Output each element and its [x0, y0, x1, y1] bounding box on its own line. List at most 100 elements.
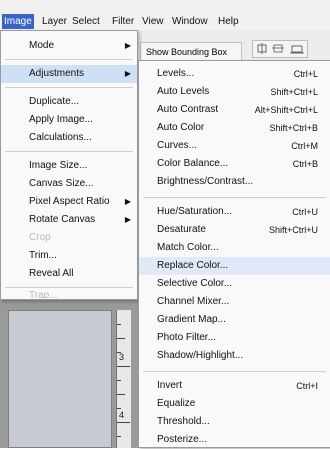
submenu-arrow-icon: ▶	[124, 215, 131, 224]
menu-filter[interactable]: Filter	[112, 14, 134, 29]
menu-item-label: Adjustments	[29, 68, 85, 79]
menu-item-label: Shadow/Highlight...	[157, 350, 244, 361]
menu-item-label: Pixel Aspect Ratio	[29, 196, 110, 207]
shortcut-label: Ctrl+I	[296, 381, 318, 391]
menu-window[interactable]: Window	[172, 14, 208, 29]
menu-item-label: Trim...	[29, 250, 57, 261]
menu-item-levels[interactable]: Levels... Ctrl+L	[139, 65, 330, 83]
menu-item-hue-saturation[interactable]: Hue/Saturation... Ctrl+U	[139, 203, 330, 221]
menu-item-threshold[interactable]: Threshold...	[139, 413, 330, 431]
show-bounding-box-checkbox[interactable]: Show Bounding Box	[140, 42, 242, 62]
shortcut-label: Alt+Shift+Ctrl+L	[254, 105, 318, 115]
menu-help[interactable]: Help	[218, 14, 239, 29]
menu-item-auto-contrast[interactable]: Auto Contrast Alt+Shift+Ctrl+L	[139, 101, 330, 119]
menu-item-trap: Trap...	[1, 291, 137, 301]
menu-item-replace-color[interactable]: Replace Color...	[139, 257, 330, 275]
menu-item-label: Equalize	[157, 398, 196, 409]
shortcut-label: Shift+Ctrl+L	[270, 87, 318, 97]
menu-separator	[5, 151, 133, 152]
menu-item-curves[interactable]: Curves... Ctrl+M	[139, 137, 330, 155]
menu-item-gradient-map[interactable]: Gradient Map...	[139, 311, 330, 329]
menu-item-label: Posterize...	[157, 434, 208, 445]
menu-item-calculations[interactable]: Calculations...	[1, 129, 137, 147]
ruler-tick	[117, 394, 125, 395]
menu-item-posterize[interactable]: Posterize...	[139, 431, 330, 449]
menu-item-label: Curves...	[157, 140, 198, 151]
menu-item-pixel-aspect-ratio[interactable]: Pixel Aspect Ratio ▶	[1, 193, 137, 211]
menu-separator	[5, 59, 133, 60]
menu-item-auto-color[interactable]: Auto Color Shift+Ctrl+B	[139, 119, 330, 137]
menu-select[interactable]: Select	[72, 14, 100, 29]
ruler-number: 3	[119, 352, 125, 362]
menu-view[interactable]: View	[142, 14, 164, 29]
menu-item-label: Photo Filter...	[157, 332, 216, 343]
ruler-tick	[117, 338, 125, 339]
shortcut-label: Shift+Ctrl+U	[268, 225, 318, 235]
menu-item-match-color[interactable]: Match Color...	[139, 239, 330, 257]
menu-item-label: Auto Contrast	[157, 104, 219, 115]
menu-image[interactable]: Image	[2, 14, 34, 29]
menu-item-label: Channel Mixer...	[157, 296, 230, 307]
menu-separator	[5, 87, 133, 88]
menu-layer[interactable]: Layer	[42, 14, 67, 29]
menu-item-desaturate[interactable]: Desaturate Shift+Ctrl+U	[139, 221, 330, 239]
menu-item-label: Gradient Map...	[157, 314, 226, 325]
menu-item-label: Threshold...	[157, 416, 210, 427]
menu-item-label: Match Color...	[157, 242, 219, 253]
menu-item-trim[interactable]: Trim...	[1, 247, 137, 265]
menu-bar: Image Layer Select Filter View Window He…	[0, 0, 330, 31]
menu-item-duplicate[interactable]: Duplicate...	[1, 93, 137, 111]
menu-item-photo-filter[interactable]: Photo Filter...	[139, 329, 330, 347]
menu-item-image-size[interactable]: Image Size...	[1, 157, 137, 175]
menu-item-label: Invert	[157, 380, 183, 391]
vertical-ruler: 3 4	[116, 310, 131, 448]
menu-item-label: Mode	[29, 40, 55, 51]
menu-item-label: Rotate Canvas	[29, 214, 96, 225]
menu-item-shadow-highlight[interactable]: Shadow/Highlight...	[139, 347, 330, 365]
menu-item-label: Crop	[29, 232, 51, 243]
menu-item-label: Image Size...	[29, 160, 88, 171]
ruler-tick	[117, 422, 130, 423]
document-canvas[interactable]	[8, 310, 112, 448]
menu-item-label: Replace Color...	[157, 260, 229, 271]
menu-item-rotate-canvas[interactable]: Rotate Canvas ▶	[1, 211, 137, 229]
ruler-number: 4	[119, 410, 125, 420]
menu-item-invert[interactable]: Invert Ctrl+I	[139, 377, 330, 395]
shortcut-label: Ctrl+M	[291, 141, 318, 151]
menu-item-label: Duplicate...	[29, 96, 80, 107]
shortcut-label: Ctrl+L	[293, 69, 318, 79]
menu-item-label: Auto Color	[157, 122, 205, 133]
menu-item-adjustments[interactable]: Adjustments ▶	[1, 65, 137, 83]
menu-item-color-balance[interactable]: Color Balance... Ctrl+B	[139, 155, 330, 173]
menu-item-canvas-size[interactable]: Canvas Size...	[1, 175, 137, 193]
submenu-arrow-icon: ▶	[124, 69, 131, 78]
menu-item-auto-levels[interactable]: Auto Levels Shift+Ctrl+L	[139, 83, 330, 101]
adjustments-submenu: Levels... Ctrl+L Auto Levels Shift+Ctrl+…	[138, 60, 330, 448]
menu-item-label: Reveal All	[29, 268, 74, 279]
align-buttons[interactable]	[252, 40, 308, 58]
menu-item-channel-mixer[interactable]: Channel Mixer...	[139, 293, 330, 311]
menu-item-label: Apply Image...	[29, 114, 93, 125]
ruler-tick	[117, 324, 121, 325]
menu-item-label: Levels...	[157, 68, 195, 79]
menu-item-label: Auto Levels	[157, 86, 210, 97]
ruler-tick	[117, 408, 121, 409]
menu-item-selective-color[interactable]: Selective Color...	[139, 275, 330, 293]
menu-item-label: Selective Color...	[157, 278, 233, 289]
menu-separator	[143, 371, 326, 372]
image-menu: Mode ▶ Adjustments ▶ Duplicate... Apply …	[0, 30, 138, 301]
ruler-tick	[117, 380, 121, 381]
menu-item-crop: Crop	[1, 229, 137, 247]
menu-item-reveal-all[interactable]: Reveal All	[1, 265, 137, 283]
ruler-tick	[117, 366, 130, 367]
shortcut-label: Ctrl+B	[292, 159, 318, 169]
menu-item-label: Color Balance...	[157, 158, 229, 169]
menu-separator	[5, 287, 133, 288]
menu-item-apply-image[interactable]: Apply Image...	[1, 111, 137, 129]
menu-item-mode[interactable]: Mode ▶	[1, 37, 137, 55]
submenu-arrow-icon: ▶	[124, 41, 131, 50]
menu-item-brightness-contrast[interactable]: Brightness/Contrast...	[139, 173, 330, 191]
menu-item-label: Calculations...	[29, 132, 92, 143]
ruler-tick	[117, 436, 121, 437]
menu-item-equalize[interactable]: Equalize	[139, 395, 330, 413]
